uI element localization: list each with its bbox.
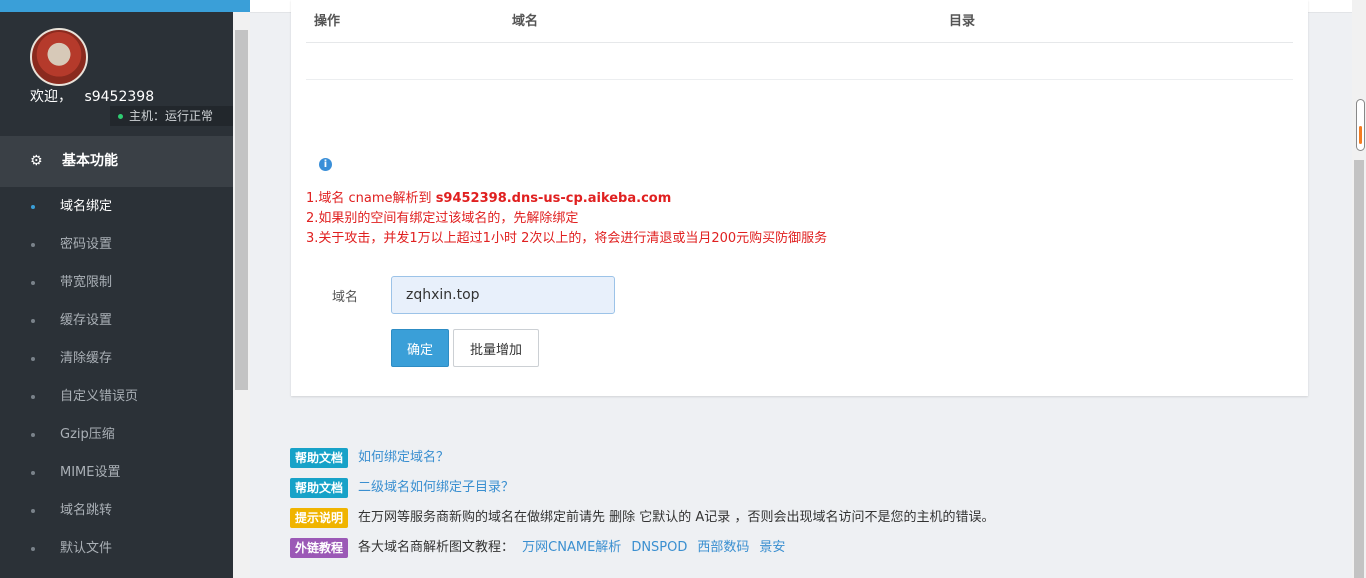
sidebar-item-gzip[interactable]: Gzip压缩 bbox=[0, 416, 233, 454]
help-row-1: 帮助文档 如何绑定域名？ bbox=[290, 447, 459, 469]
table-row bbox=[306, 79, 1293, 80]
domain-label: 域名 bbox=[332, 290, 359, 305]
sidebar-item-label: 域名跳转 bbox=[60, 503, 113, 518]
zzidc-link[interactable]: 景安 bbox=[759, 540, 785, 555]
sidebar-item-cache-settings[interactable]: 缓存设置 bbox=[0, 302, 233, 340]
sidebar-item-redirect[interactable]: 域名跳转 bbox=[0, 492, 233, 530]
username: s9452398 bbox=[84, 89, 155, 105]
sidebar-item-password[interactable]: 密码设置 bbox=[0, 226, 233, 264]
subdomain-directory-link[interactable]: 二级域名如何绑定子目录？ bbox=[358, 480, 514, 495]
help-doc-badge: 帮助文档 bbox=[290, 477, 349, 498]
sidebar-item-label: 清除缓存 bbox=[60, 351, 113, 366]
domain-input[interactable] bbox=[391, 276, 615, 314]
bullet-icon bbox=[31, 319, 35, 323]
sidebar-item-label: 缓存设置 bbox=[60, 313, 113, 328]
notice-line-2: 2.如果别的空间有绑定过该域名的，先解除绑定 bbox=[306, 211, 579, 226]
tutorial-intro-text: 各大域名商解析图文教程： bbox=[358, 540, 515, 555]
section-title: 基本功能 bbox=[62, 153, 118, 169]
column-action: 操作 bbox=[314, 14, 341, 29]
help-row-3: 提示说明 在万网等服务商新购的域名在做绑定前请先 删除 它默认的 A记录 ，否则会… bbox=[290, 507, 998, 529]
notice-line-3: 3.关于攻击，并发1万以上超过1小时 2次以上的，将会进行清退或当月200元购买… bbox=[306, 231, 828, 246]
info-icon: i bbox=[319, 158, 332, 171]
sidebar-menu: 域名绑定 密码设置 带宽限制 缓存设置 清除缓存 自定义错误页 Gzip压缩 M… bbox=[0, 188, 233, 568]
sidebar-item-label: 密码设置 bbox=[60, 237, 113, 252]
notice-line-1-text: 1.域名 cname解析到 bbox=[306, 191, 436, 206]
status-dot-icon bbox=[118, 114, 123, 119]
host-status-text: 主机：运行正常 bbox=[129, 109, 214, 123]
bullet-icon bbox=[31, 205, 35, 209]
sidebar-item-label: 带宽限制 bbox=[60, 275, 113, 290]
scroll-indicator-bar bbox=[1359, 126, 1362, 144]
bullet-icon bbox=[31, 243, 35, 247]
help-row-2: 帮助文档 二级域名如何绑定子目录？ bbox=[290, 477, 524, 499]
confirm-button[interactable]: 确定 bbox=[391, 329, 449, 367]
west-cn-link[interactable]: 西部数码 bbox=[697, 540, 749, 555]
sidebar-item-label: MIME设置 bbox=[60, 465, 121, 480]
section-basic-functions[interactable]: ⚙ 基本功能 bbox=[0, 136, 233, 187]
wanwang-cname-link[interactable]: 万网CNAME解析 bbox=[522, 540, 621, 555]
sidebar-item-bandwidth[interactable]: 带宽限制 bbox=[0, 264, 233, 302]
bullet-icon bbox=[31, 395, 35, 399]
binding-table-header: 操作 域名 目录 bbox=[306, 6, 1293, 43]
page-scrollbar-thumb[interactable] bbox=[1354, 160, 1364, 578]
welcome-text: 欢迎， s9452398 bbox=[30, 86, 162, 106]
sidebar-item-label: 自定义错误页 bbox=[60, 389, 139, 404]
sidebar-item-mime[interactable]: MIME设置 bbox=[0, 454, 233, 492]
bullet-icon bbox=[31, 357, 35, 361]
bullet-icon bbox=[31, 281, 35, 285]
sidebar-top-accent bbox=[0, 0, 250, 12]
external-tutorial-badge: 外链教程 bbox=[290, 537, 349, 558]
profile-panel: 欢迎， s9452398 主机：运行正常 bbox=[0, 12, 233, 136]
welcome-label: 欢迎， bbox=[30, 89, 72, 105]
bullet-icon bbox=[31, 433, 35, 437]
notice-line-1: 1.域名 cname解析到 s9452398.dns-us-cp.aikeba.… bbox=[306, 187, 671, 206]
page-scrollbar[interactable] bbox=[1352, 0, 1366, 578]
help-doc-badge: 帮助文档 bbox=[290, 447, 349, 468]
sidebar-item-default-file[interactable]: 默认文件 bbox=[0, 530, 233, 568]
column-directory: 目录 bbox=[949, 14, 976, 29]
tip-badge: 提示说明 bbox=[290, 507, 349, 528]
help-row-4: 外链教程 各大域名商解析图文教程： 万网CNAME解析 DNSPOD 西部数码 景安 bbox=[290, 537, 795, 559]
host-status-badge: 主机：运行正常 bbox=[110, 106, 233, 126]
sidebar-scrollbar-thumb[interactable] bbox=[235, 30, 248, 390]
sidebar-item-error-page[interactable]: 自定义错误页 bbox=[0, 378, 233, 416]
bullet-icon bbox=[31, 509, 35, 513]
dnspod-link[interactable]: DNSPOD bbox=[631, 540, 687, 555]
sidebar-scrollbar[interactable] bbox=[233, 12, 250, 578]
scroll-indicator-icon[interactable] bbox=[1356, 99, 1365, 151]
avatar[interactable] bbox=[30, 28, 88, 86]
how-to-bind-domain-link[interactable]: 如何绑定域名？ bbox=[358, 450, 449, 465]
sidebar-item-label: 默认文件 bbox=[60, 541, 113, 556]
gears-icon: ⚙ bbox=[30, 153, 43, 169]
sidebar: 欢迎， s9452398 主机：运行正常 ⚙ 基本功能 域名绑定 密码设置 带宽… bbox=[0, 0, 233, 578]
column-domain: 域名 bbox=[512, 14, 539, 29]
tip-text: 在万网等服务商新购的域名在做绑定前请先 删除 它默认的 A记录 ，否则会出现域名… bbox=[358, 510, 995, 525]
batch-add-button[interactable]: 批量增加 bbox=[453, 329, 539, 367]
sidebar-item-clear-cache[interactable]: 清除缓存 bbox=[0, 340, 233, 378]
sidebar-item-label: 域名绑定 bbox=[60, 199, 113, 214]
sidebar-item-domain-binding[interactable]: 域名绑定 bbox=[0, 188, 233, 226]
cname-host: s9452398.dns-us-cp.aikeba.com bbox=[435, 191, 672, 206]
sidebar-item-label: Gzip压缩 bbox=[60, 427, 115, 442]
bullet-icon bbox=[31, 471, 35, 475]
bullet-icon bbox=[31, 547, 35, 551]
